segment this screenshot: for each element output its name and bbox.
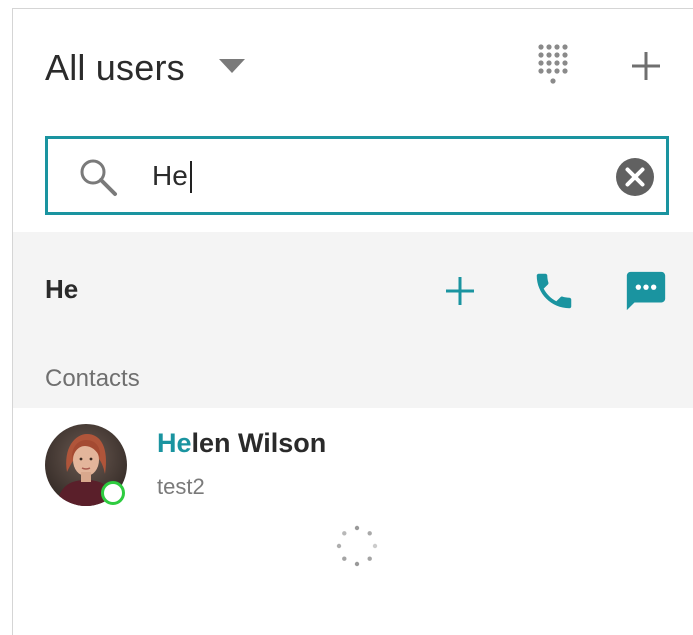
add-user-button[interactable]	[629, 49, 663, 83]
loading-spinner-icon	[336, 525, 378, 567]
add-contact-button[interactable]	[443, 274, 477, 308]
users-panel: All users He He Contacts Helen Wilson te…	[12, 8, 693, 635]
contact-name-rest: len Wilson	[191, 428, 327, 458]
clear-circle-icon[interactable]	[615, 157, 655, 197]
panel-header: All users	[13, 9, 693, 129]
search-suggestion: He Contacts	[13, 232, 693, 408]
search-icon	[80, 159, 117, 196]
text-cursor	[190, 161, 192, 193]
dialpad-icon[interactable]	[537, 43, 569, 87]
contact-name-match: He	[157, 428, 192, 458]
chat-icon[interactable]	[623, 268, 669, 314]
search-box	[45, 136, 669, 215]
page-title: All users	[45, 47, 185, 88]
search-input[interactable]	[152, 155, 592, 197]
contact-subtitle: test2	[157, 474, 205, 499]
caret-down-icon[interactable]	[219, 59, 245, 73]
contacts-section-label: Contacts	[45, 365, 140, 392]
presence-online-icon	[101, 481, 125, 505]
suggestion-term: He	[45, 274, 79, 304]
list-item[interactable]: Helen Wilson test2	[13, 408, 693, 518]
phone-icon[interactable]	[531, 268, 577, 314]
contact-name: Helen Wilson	[157, 428, 326, 459]
